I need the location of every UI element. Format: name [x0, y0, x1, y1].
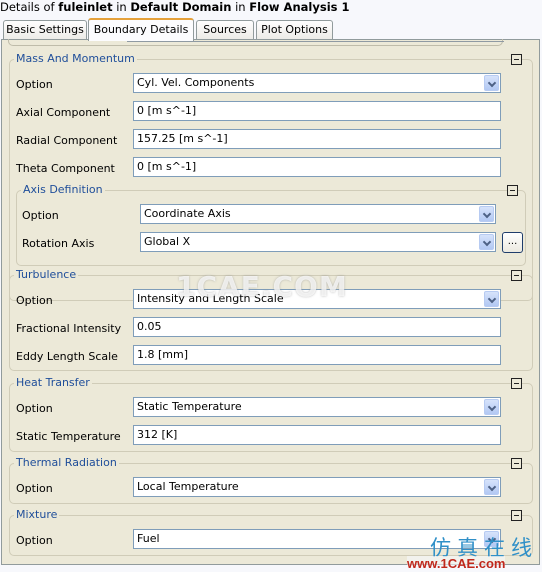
- turbulence-option-value: Intensity and Length Scale: [137, 292, 284, 305]
- title-in-1: in: [116, 0, 127, 14]
- title-prefix: Details of: [0, 0, 55, 14]
- radial-component-label: Radial Component: [16, 134, 118, 147]
- mixture-option-value: Fuel: [137, 532, 160, 545]
- rotation-axis-select[interactable]: Global X: [140, 232, 496, 252]
- title-in-2: in: [235, 0, 246, 14]
- axial-component-input[interactable]: 0 [m s^-1]: [133, 101, 501, 121]
- group-title-thermal-radiation: Thermal Radiation: [14, 456, 119, 469]
- axial-component-label: Axial Component: [16, 106, 111, 119]
- group-heat-transfer: Heat Transfer Option Static Temperature …: [9, 377, 533, 452]
- chevron-down-icon[interactable]: [484, 479, 499, 495]
- mm-option-label: Option: [16, 78, 53, 91]
- thermal-radiation-option-value: Local Temperature: [137, 480, 239, 493]
- chevron-down-icon[interactable]: [484, 531, 499, 547]
- theta-component-input[interactable]: 0 [m s^-1]: [133, 157, 501, 177]
- chevron-down-icon[interactable]: [479, 234, 494, 250]
- chevron-down-icon[interactable]: [484, 291, 499, 307]
- heat-transfer-option-label: Option: [16, 402, 53, 415]
- group-title-mixture: Mixture: [14, 508, 60, 521]
- group-mixture: Mixture Option Fuel: [9, 509, 533, 556]
- rotation-axis-value: Global X: [144, 235, 191, 248]
- collapse-icon[interactable]: [511, 510, 522, 521]
- turbulence-option-label: Option: [16, 294, 53, 307]
- theta-component-label: Theta Component: [16, 162, 115, 175]
- thermal-radiation-option-label: Option: [16, 482, 53, 495]
- mixture-option-select[interactable]: Fuel: [133, 529, 501, 549]
- heat-transfer-option-value: Static Temperature: [137, 400, 242, 413]
- fractional-intensity-label: Fractional Intensity: [16, 322, 122, 335]
- previous-section-edge: [8, 39, 504, 46]
- group-thermal-radiation: Thermal Radiation Option Local Temperatu…: [9, 457, 533, 504]
- title-analysis: Flow Analysis 1: [249, 0, 350, 14]
- eddy-length-scale-input[interactable]: 1.8 [mm]: [133, 345, 501, 365]
- fractional-intensity-input[interactable]: 0.05: [133, 317, 501, 337]
- title-domain: Default Domain: [130, 0, 232, 14]
- group-title-mass-and-momentum: Mass And Momentum: [14, 52, 137, 65]
- turbulence-option-select[interactable]: Intensity and Length Scale: [133, 289, 501, 309]
- group-title-axis-definition: Axis Definition: [21, 183, 105, 196]
- static-temperature-input[interactable]: 312 [K]: [133, 425, 501, 445]
- mm-option-value: Cyl. Vel. Components: [137, 76, 255, 89]
- details-panel: Mass And Momentum Option Cyl. Vel. Compo…: [1, 39, 540, 565]
- tab-basic-settings[interactable]: Basic Settings: [3, 20, 87, 40]
- chevron-down-icon[interactable]: [484, 399, 499, 415]
- collapse-icon[interactable]: [511, 270, 522, 281]
- mixture-option-label: Option: [16, 534, 53, 547]
- collapse-icon[interactable]: [511, 54, 522, 65]
- axis-option-select[interactable]: Coordinate Axis: [140, 204, 496, 224]
- details-title: Details of fuleinlet in Default Domain i…: [0, 0, 349, 16]
- heat-transfer-option-select[interactable]: Static Temperature: [133, 397, 501, 417]
- eddy-length-scale-label: Eddy Length Scale: [16, 350, 118, 363]
- rotation-axis-label: Rotation Axis: [22, 237, 95, 250]
- group-title-turbulence: Turbulence: [14, 268, 79, 281]
- group-axis-definition: Axis Definition Option Coordinate Axis R…: [16, 184, 526, 266]
- mm-option-select[interactable]: Cyl. Vel. Components: [133, 73, 501, 93]
- group-turbulence: Turbulence Option Intensity and Length S…: [9, 269, 533, 371]
- chevron-down-icon[interactable]: [484, 75, 499, 91]
- collapse-icon[interactable]: [511, 458, 522, 469]
- tab-sources[interactable]: Sources: [196, 20, 254, 40]
- axis-option-value: Coordinate Axis: [144, 207, 231, 220]
- thermal-radiation-option-select[interactable]: Local Temperature: [133, 477, 501, 497]
- axis-option-label: Option: [22, 209, 59, 222]
- radial-component-input[interactable]: 157.25 [m s^-1]: [133, 129, 501, 149]
- collapse-icon[interactable]: [511, 378, 522, 389]
- tab-plot-options[interactable]: Plot Options: [256, 20, 333, 40]
- rotation-axis-browse-button[interactable]: ...: [502, 232, 523, 253]
- collapse-icon[interactable]: [507, 185, 518, 196]
- tab-boundary-details[interactable]: Boundary Details: [88, 18, 194, 41]
- static-temperature-label: Static Temperature: [16, 430, 121, 443]
- group-title-heat-transfer: Heat Transfer: [14, 376, 92, 389]
- chevron-down-icon[interactable]: [479, 206, 494, 222]
- title-object: fuleinlet: [58, 0, 113, 14]
- group-mass-and-momentum: Mass And Momentum Option Cyl. Vel. Compo…: [9, 53, 533, 301]
